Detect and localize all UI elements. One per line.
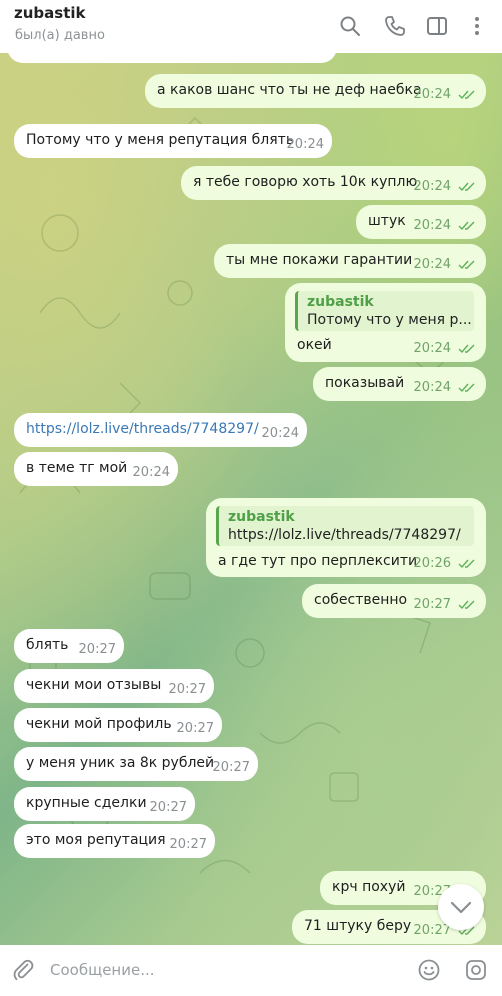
sidebar-icon[interactable] xyxy=(425,14,449,38)
message-bubble-incoming[interactable]: у меня уник за 8к рублей 20:27 xyxy=(14,747,258,781)
message-text: крупные сделки xyxy=(26,795,147,811)
message-time: 20:24 xyxy=(413,341,451,356)
message-bubble-incoming[interactable]: чекни мои отзывы 20:27 xyxy=(14,669,214,703)
message-time: 20:26 xyxy=(413,556,451,571)
double-check-icon xyxy=(458,221,475,231)
message-bubble-outgoing[interactable]: а каков шанс что ты не деф наебка 20:24 xyxy=(145,74,486,108)
message-time: 20:27 xyxy=(168,682,206,697)
message-text: блять xyxy=(26,637,69,653)
message-text: ты мне покажи гарантии xyxy=(226,252,413,268)
message-bubble-outgoing-reply[interactable]: zubastik https://lolz.live/threads/77482… xyxy=(206,498,486,577)
message-text: показывай xyxy=(325,375,405,391)
last-seen-status: был(а) давно xyxy=(15,28,105,43)
message-text: штук xyxy=(368,213,406,229)
message-text: Потому что у меня репутация блять xyxy=(26,132,295,148)
reply-quote[interactable]: zubastik Потому что у меня р... xyxy=(295,291,474,331)
message-time: 20:27 xyxy=(176,721,214,736)
chat-area[interactable]: а каков шанс что ты не деф наебка 20:24 … xyxy=(0,53,502,945)
message-bubble-incoming[interactable]: крупные сделки 20:27 xyxy=(14,787,195,821)
message-bubble-outgoing[interactable]: ты мне покажи гарантии 20:24 xyxy=(214,244,486,278)
message-bubble-incoming[interactable]: https://lolz.live/threads/7748297/ 20:24 xyxy=(14,413,307,447)
search-icon[interactable] xyxy=(338,14,362,38)
emoji-icon[interactable] xyxy=(417,958,441,982)
double-check-icon xyxy=(458,383,475,393)
attach-icon[interactable] xyxy=(11,958,35,982)
message-text: в теме тг мой xyxy=(26,460,128,476)
double-check-icon xyxy=(458,600,475,610)
camera-icon[interactable] xyxy=(464,958,488,982)
message-bubble-incoming[interactable]: чекни мой профиль 20:27 xyxy=(14,708,222,742)
message-time: 20:27 xyxy=(212,760,250,775)
chat-title[interactable]: zubastik xyxy=(14,4,85,22)
message-bubble-outgoing-reply[interactable]: zubastik Потому что у меня р... окей 20:… xyxy=(285,283,486,362)
message-time: 20:27 xyxy=(78,642,116,657)
message-text: это моя репутация xyxy=(26,832,166,848)
chat-header: zubastik был(а) давно xyxy=(0,0,502,53)
message-text: я тебе говорю хоть 10к куплю xyxy=(193,174,418,190)
message-bubble-partial xyxy=(7,53,337,63)
message-text: а каков шанс что ты не деф наебка xyxy=(157,82,422,98)
message-time: 20:24 xyxy=(413,257,451,272)
message-text: окей xyxy=(297,337,332,353)
message-text: 71 штуку беру xyxy=(304,918,412,934)
message-link[interactable]: https://lolz.live/threads/7748297/ xyxy=(26,421,259,437)
message-bubble-incoming[interactable]: в теме тг мой 20:24 xyxy=(14,452,178,486)
message-text: чекни мои отзывы xyxy=(26,677,162,693)
message-text: крч похуй xyxy=(332,879,406,895)
message-time: 20:27 xyxy=(413,597,451,612)
message-time: 20:24 xyxy=(413,218,451,233)
reply-text: https://lolz.live/threads/7748297/ xyxy=(228,527,461,543)
message-text: чекни мой профиль xyxy=(26,716,172,732)
message-text: а где тут про перплексити xyxy=(218,553,418,569)
double-check-icon xyxy=(458,182,475,192)
message-text: у меня уник за 8к рублей xyxy=(26,755,215,771)
message-time: 20:24 xyxy=(413,380,451,395)
chevron-down-icon xyxy=(450,901,472,914)
phone-icon[interactable] xyxy=(383,14,407,38)
message-bubble-incoming[interactable]: Потому что у меня репутация блять 20:24 xyxy=(14,124,332,158)
message-input[interactable]: Сообщение... xyxy=(50,955,400,985)
message-time: 20:24 xyxy=(413,179,451,194)
reply-quote[interactable]: zubastik https://lolz.live/threads/77482… xyxy=(216,506,474,546)
reply-author: zubastik xyxy=(307,294,374,310)
double-check-icon xyxy=(458,559,475,569)
message-bubble-outgoing[interactable]: показывай 20:24 xyxy=(313,367,486,401)
message-bubble-outgoing[interactable]: штук 20:24 xyxy=(356,205,486,239)
double-check-icon xyxy=(458,260,475,270)
message-time: 20:27 xyxy=(149,800,187,815)
message-time: 20:24 xyxy=(132,465,170,480)
message-time: 20:24 xyxy=(413,87,451,102)
message-bubble-outgoing[interactable]: собественно 20:27 xyxy=(302,584,486,618)
double-check-icon xyxy=(458,344,475,354)
more-icon[interactable] xyxy=(465,14,489,38)
double-check-icon xyxy=(458,90,475,100)
scroll-down-button[interactable] xyxy=(438,884,484,930)
message-text: собественно xyxy=(314,592,408,608)
message-bubble-incoming[interactable]: это моя репутация 20:27 xyxy=(14,824,215,858)
message-bubble-outgoing[interactable]: я тебе говорю хоть 10к куплю 20:24 xyxy=(181,166,486,200)
reply-text: Потому что у меня р... xyxy=(307,312,472,328)
message-time: 20:24 xyxy=(286,137,324,152)
message-time: 20:27 xyxy=(169,837,207,852)
reply-author: zubastik xyxy=(228,509,295,525)
message-time: 20:24 xyxy=(261,426,299,441)
message-bubble-incoming[interactable]: блять 20:27 xyxy=(14,629,124,663)
message-composer: Сообщение... xyxy=(0,945,502,996)
